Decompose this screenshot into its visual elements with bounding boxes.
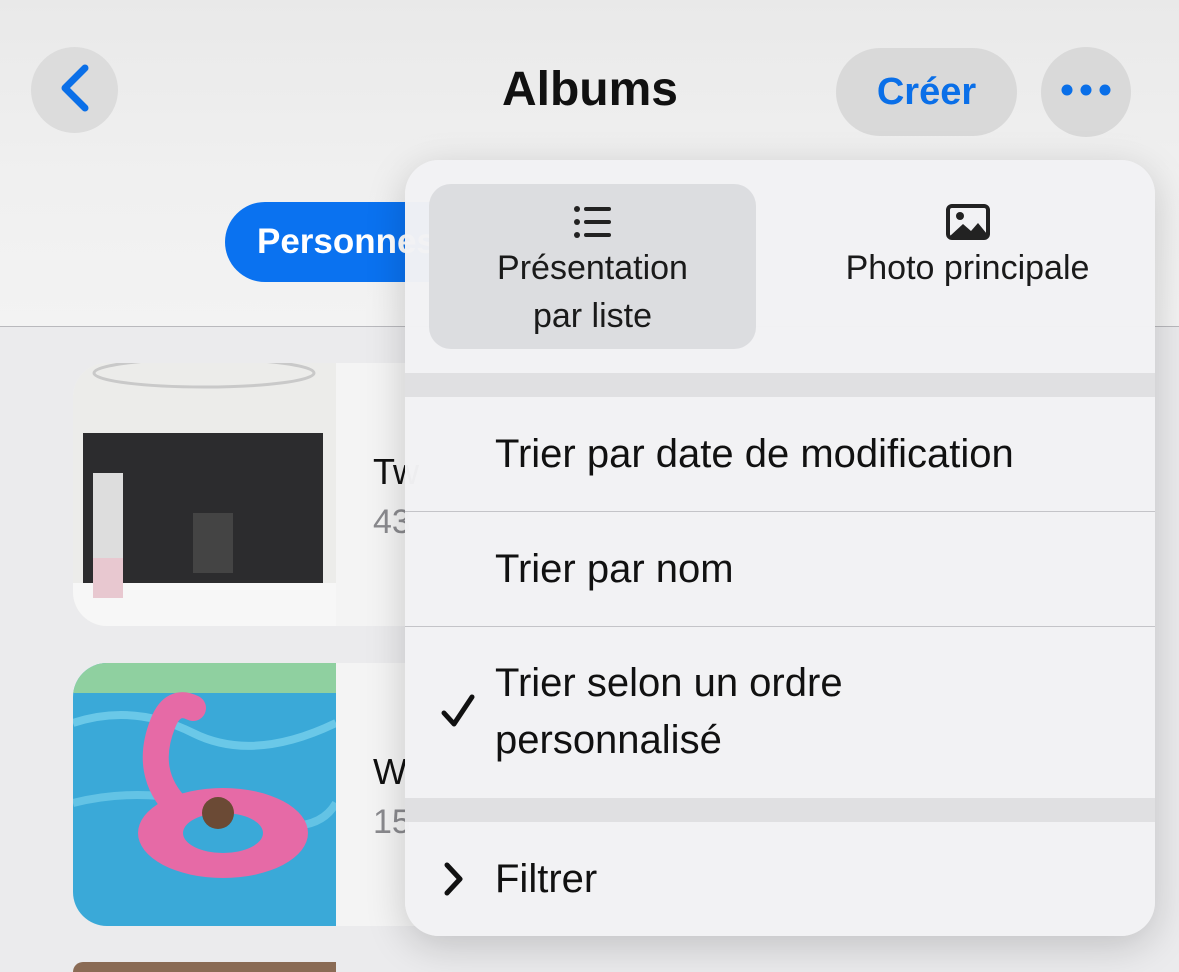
- sort-by-name-item[interactable]: Trier par nom: [405, 512, 1155, 627]
- options-menu: Présentation par liste Photo principale …: [405, 160, 1155, 936]
- chevron-left-icon: [55, 62, 95, 119]
- ellipsis-icon: [1060, 82, 1112, 103]
- menu-item-label: Trier par nom: [495, 546, 734, 591]
- menu-item-label: Trier par date de modification: [495, 431, 1014, 476]
- view-option-label: Photo principale: [845, 249, 1090, 287]
- menu-section-gap: [405, 373, 1155, 397]
- sort-custom-order-item[interactable]: Trier selon un ordre personnalisé: [405, 627, 1155, 798]
- back-button[interactable]: [31, 47, 118, 133]
- checkmark-icon: [441, 693, 475, 734]
- page-title: Albums: [501, 63, 678, 116]
- photo-icon: [945, 204, 990, 240]
- album-title: W: [373, 751, 407, 792]
- album-row[interactable]: W 15: [73, 663, 433, 926]
- menu-item-label: personnalisé: [495, 718, 722, 762]
- album-thumbnail-partial: [73, 962, 336, 972]
- view-option-label: par liste: [532, 297, 653, 335]
- menu-item-label: Trier selon un ordre: [495, 661, 843, 705]
- more-button[interactable]: [1041, 47, 1131, 137]
- list-icon: [573, 204, 613, 240]
- menu-section-gap: [405, 798, 1155, 822]
- create-button[interactable]: Créer: [836, 48, 1017, 136]
- menu-item-label: Filtrer: [495, 857, 598, 901]
- chevron-right-icon: [441, 862, 465, 901]
- filter-item[interactable]: Filtrer: [405, 822, 1155, 936]
- view-option-list[interactable]: Présentation par liste: [429, 184, 756, 349]
- view-option-label: Présentation: [497, 249, 688, 287]
- sort-by-modified-item[interactable]: Trier par date de modification: [405, 397, 1155, 512]
- album-thumbnail: [73, 663, 336, 926]
- album-row[interactable]: Tw 43: [73, 363, 433, 626]
- view-option-key-photo[interactable]: Photo principale: [805, 184, 1130, 349]
- album-thumbnail: [73, 363, 336, 626]
